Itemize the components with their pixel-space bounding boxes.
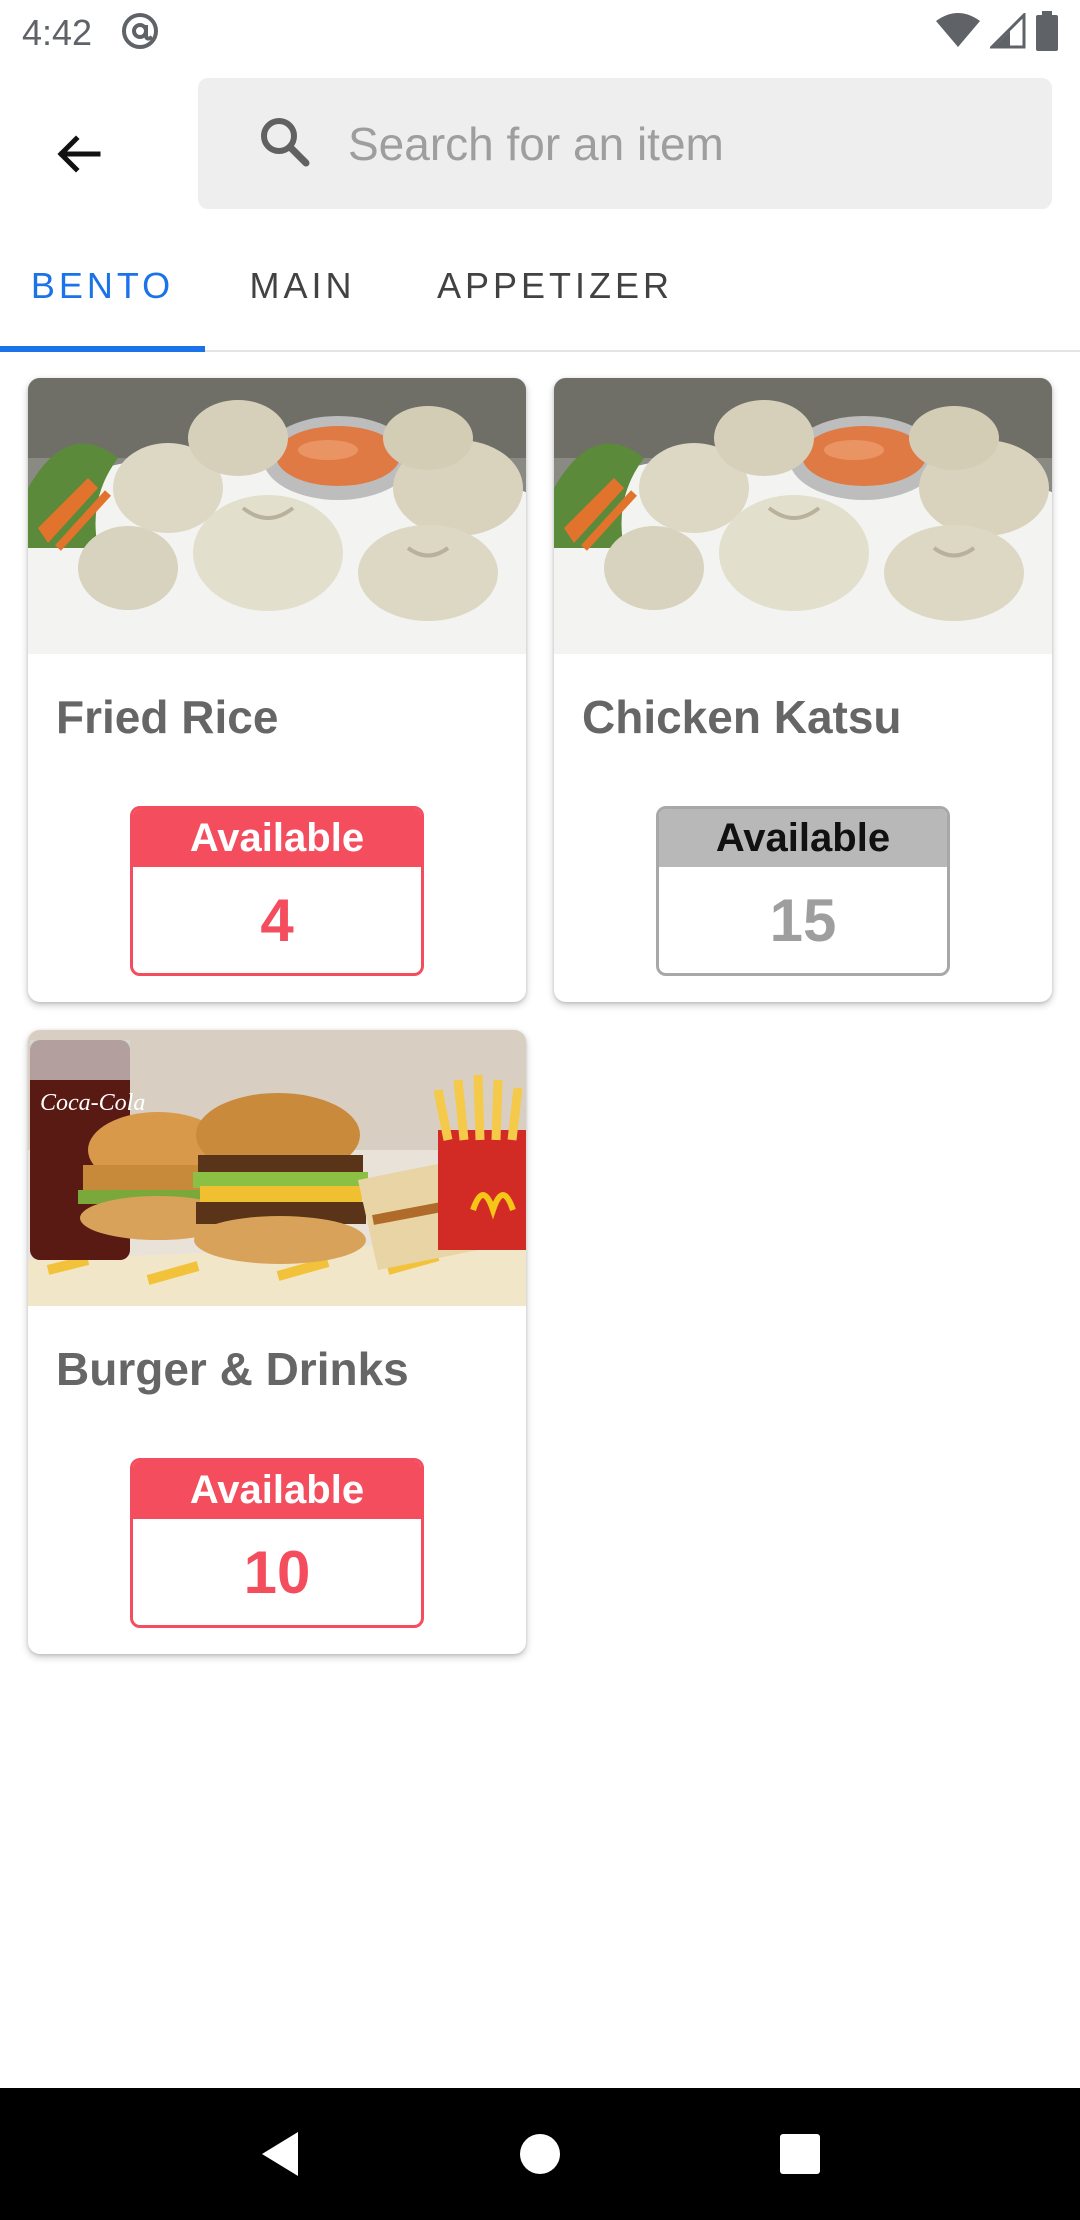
svg-text:Coca-Cola: Coca-Cola [40, 1090, 145, 1116]
search-box[interactable] [198, 78, 1052, 209]
tab-main[interactable]: MAIN [205, 222, 400, 350]
availability-label: Available [133, 809, 421, 867]
dumplings-image [28, 378, 526, 654]
availability-count: 4 [260, 886, 294, 954]
availability-badge: Available 10 [130, 1458, 424, 1628]
at-sign-icon [120, 11, 160, 56]
battery-icon [1036, 10, 1058, 56]
tab-bento[interactable]: BENTO [0, 222, 205, 352]
item-name: Burger & Drinks [56, 1343, 409, 1395]
wifi-icon [936, 12, 980, 54]
status-bar: 4:42 [0, 0, 1080, 66]
back-button[interactable] [30, 106, 126, 202]
search-input[interactable] [346, 115, 986, 172]
status-left: 4:42 [22, 11, 160, 56]
item-card-fried-rice[interactable]: Fried Rice Available 4 [28, 378, 526, 1002]
system-nav-bar [0, 2088, 1080, 2220]
item-card-chicken-katsu[interactable]: Chicken Katsu Available 15 [554, 378, 1052, 1002]
item-name: Fried Rice [56, 691, 279, 743]
dumplings-image [554, 378, 1052, 654]
item-card-burger-drinks[interactable]: Coca-Cola Burger & Drinks Available 10 [28, 1030, 526, 1654]
arrow-back-icon [57, 135, 101, 173]
availability-count: 15 [769, 886, 837, 954]
status-time: 4:42 [22, 12, 93, 53]
availability-label: Available [133, 1461, 421, 1519]
top-app-bar [0, 66, 1080, 222]
back-triangle-icon [262, 2132, 298, 2176]
availability-count: 10 [243, 1538, 311, 1606]
nav-recents-button[interactable] [755, 2109, 845, 2199]
nav-back-button[interactable] [235, 2109, 325, 2199]
tab-appetizer[interactable]: APPETIZER [400, 222, 710, 350]
search-icon [258, 115, 310, 172]
category-tabs: BENTO MAIN APPETIZER [0, 222, 1080, 352]
home-circle-icon [520, 2134, 560, 2174]
status-right [936, 10, 1058, 56]
nav-home-button[interactable] [495, 2109, 585, 2199]
availability-label: Available [659, 809, 947, 867]
availability-badge: Available 4 [130, 806, 424, 976]
item-name: Chicken Katsu [582, 691, 902, 743]
recents-square-icon [780, 2134, 820, 2174]
availability-badge: Available 15 [656, 806, 950, 976]
burger-meal-image: Coca-Cola [28, 1030, 526, 1306]
cell-signal-icon [988, 10, 1026, 54]
